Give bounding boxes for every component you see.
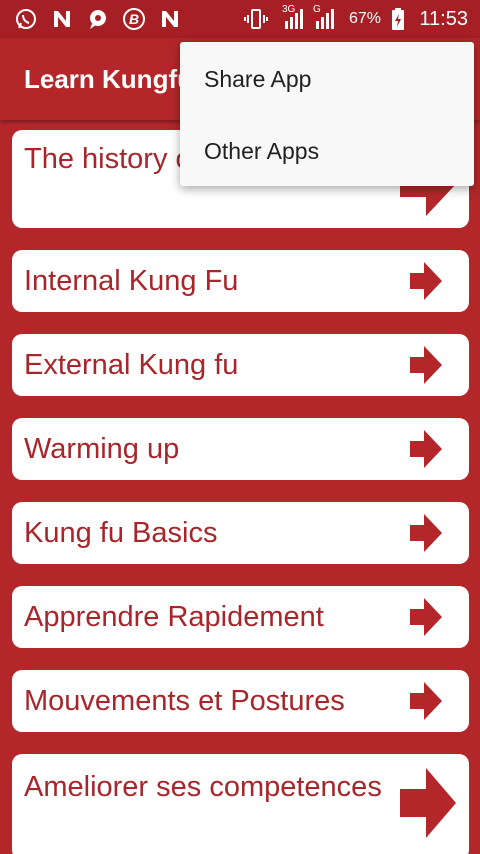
battery-percentage: 67%: [349, 10, 382, 27]
menu-item-share-app[interactable]: Share App: [180, 42, 474, 114]
battery-icon: [392, 8, 404, 30]
menu-item-other-apps[interactable]: Other Apps: [180, 114, 474, 186]
topic-card-internal[interactable]: Internal Kung Fu: [12, 250, 469, 312]
topic-label: Kung fu Basics: [24, 517, 218, 549]
topic-label: Warming up: [24, 433, 180, 465]
overflow-menu: Share App Other Apps: [180, 42, 474, 186]
menu-item-label: Other Apps: [204, 138, 320, 164]
topic-label: Mouvements et Postures: [24, 685, 345, 717]
signal-icon: [316, 9, 334, 29]
signal-icon: [285, 9, 303, 29]
arrow-right-icon: [410, 682, 442, 720]
topic-card-ameliorer[interactable]: Ameliorer ses competences: [12, 754, 469, 854]
arrow-right-icon: [410, 514, 442, 552]
menu-item-label: Share App: [204, 66, 312, 92]
arrow-right-icon: [400, 768, 456, 838]
topic-card-mouvements[interactable]: Mouvements et Postures: [12, 670, 469, 732]
svg-text:B: B: [129, 11, 139, 27]
app-title: Learn Kungfu: [24, 64, 193, 94]
topic-card-warming-up[interactable]: Warming up: [12, 418, 469, 480]
notification-n-icon: [54, 11, 70, 27]
chat-icon: [90, 10, 106, 29]
status-clock: 11:53: [419, 8, 468, 30]
notification-n-icon: [162, 11, 178, 27]
topic-card-apprendre[interactable]: Apprendre Rapidement: [12, 586, 469, 648]
topic-label: External Kung fu: [24, 349, 239, 381]
arrow-right-icon: [410, 262, 442, 300]
b-app-icon: B: [123, 8, 145, 30]
whatsapp-icon: [16, 9, 36, 29]
topic-label: Internal Kung Fu: [24, 265, 239, 297]
arrow-right-icon: [410, 430, 442, 468]
arrow-right-icon: [410, 598, 442, 636]
topic-label: Apprendre Rapidement: [24, 601, 324, 633]
topic-card-external[interactable]: External Kung fu: [12, 334, 469, 396]
status-bar: B 3G G 67% 11:53: [0, 0, 480, 38]
vibrate-icon: [244, 9, 268, 29]
arrow-right-icon: [410, 346, 442, 384]
topic-label: Ameliorer ses competences: [24, 771, 382, 803]
topic-card-basics[interactable]: Kung fu Basics: [12, 502, 469, 564]
